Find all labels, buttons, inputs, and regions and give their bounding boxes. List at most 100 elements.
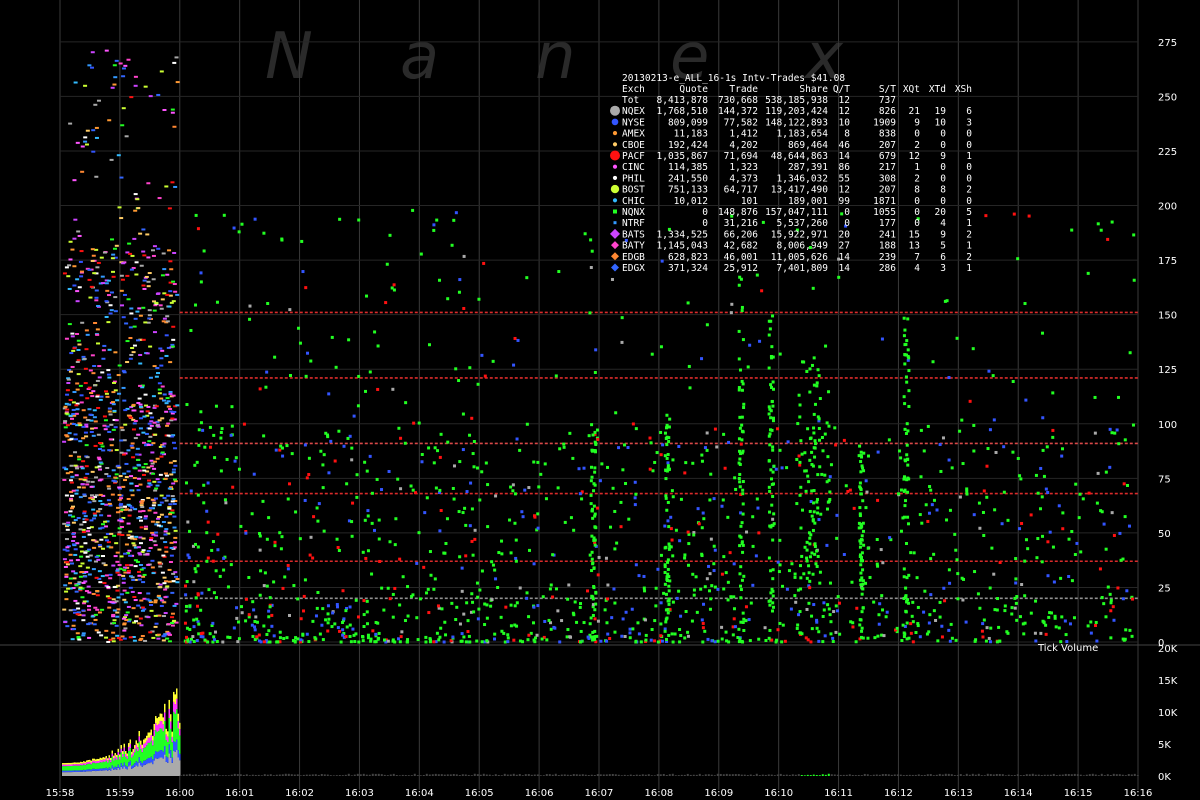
trade-mark [133,437,138,440]
trade-mark [799,439,803,443]
trade-mark [864,506,868,510]
trade-mark [112,609,117,612]
trade-mark [903,402,907,406]
trade-mark [876,634,880,638]
trade-mark [132,639,137,642]
volume-bar [126,756,128,759]
trade-mark [64,434,69,437]
trade-mark [1100,596,1104,600]
volume-bar [174,694,176,705]
volume-bar [527,774,530,776]
trade-mark [518,586,522,590]
trade-mark [388,597,392,601]
trade-mark [127,242,132,245]
trade-mark [536,604,540,608]
volume-bar [326,774,329,776]
trade-mark [928,613,932,617]
trade-mark [159,599,164,602]
trade-mark [663,582,667,586]
volume-bar [159,728,161,751]
trade-mark [876,498,880,502]
trade-mark [387,469,391,473]
trade-mark [64,412,69,415]
trade-mark [726,515,730,519]
trade-mark [771,601,775,605]
trade-mark [1023,302,1027,306]
trade-mark [877,613,881,617]
volume-bar [830,774,833,776]
trade-mark [569,516,573,520]
trade-mark [828,581,832,585]
legend-cell: BOST [622,185,645,196]
trade-mark [909,622,913,626]
trade-mark [299,638,303,642]
trade-mark [153,599,158,602]
volume-bar [935,774,938,776]
legend-cell: 1 [966,218,972,229]
trade-mark [722,432,726,436]
trade-mark [683,553,687,557]
trade-mark [162,582,167,585]
trade-mark [988,640,992,644]
trade-mark [90,248,95,251]
trade-mark [860,610,864,614]
trade-mark [770,386,774,390]
trade-mark [375,477,379,481]
trade-mark [916,605,920,609]
trade-mark [1109,636,1113,640]
trade-mark [1116,586,1120,590]
trade-mark [621,617,625,621]
trade-mark [364,389,368,393]
trade-mark [155,521,160,524]
trade-mark [653,460,657,464]
trade-mark [1081,497,1085,501]
trade-mark [592,585,596,589]
trade-mark [100,608,105,611]
trade-mark [63,405,68,408]
trade-mark [75,360,80,363]
trade-mark [1046,574,1050,578]
trade-mark [866,454,870,458]
trade-mark [610,616,614,620]
trade-mark [91,539,96,542]
trade-mark [590,465,594,469]
y-tick-label: 200 [1158,202,1177,213]
legend-cell: 46,001 [724,252,759,263]
trade-mark [858,481,862,485]
volume-bar [236,774,239,776]
trade-mark [483,623,487,627]
legend-cell: EDGB [622,252,645,263]
trade-mark [168,513,173,516]
trade-mark [566,597,570,601]
trade-mark [1000,522,1004,526]
trade-mark [667,602,671,606]
trade-mark [108,413,113,416]
trade-mark [677,444,681,448]
trade-mark [1049,611,1053,615]
trade-mark [1093,395,1097,399]
volume-bar [449,774,452,776]
trade-mark [150,249,155,252]
trade-mark [493,632,497,636]
trade-mark [461,448,465,452]
legend-marker [610,105,620,116]
trade-mark [885,610,889,614]
volume-bar [482,773,485,776]
volume-bar [129,748,131,761]
trade-mark [493,568,497,572]
trade-mark [443,620,447,624]
trade-mark [263,571,267,575]
volume-bar [129,765,131,776]
trade-mark [838,632,842,636]
trade-mark [821,449,825,453]
trade-mark [142,469,147,472]
volume-bar [914,774,917,776]
trade-mark [547,618,551,622]
trade-mark [882,634,886,638]
trade-mark [1024,398,1028,402]
trade-mark [192,625,196,629]
volume-bar [821,774,824,776]
trade-mark [728,551,732,555]
volume-bar [147,732,149,738]
trade-mark [78,528,83,531]
